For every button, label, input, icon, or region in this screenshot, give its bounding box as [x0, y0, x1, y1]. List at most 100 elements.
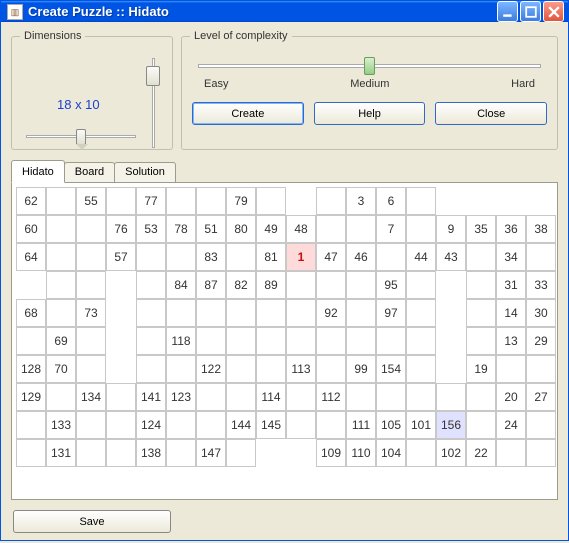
- grid-cell[interactable]: [16, 411, 46, 439]
- grid-cell[interactable]: [466, 271, 496, 299]
- grid-cell[interactable]: 60: [16, 215, 46, 243]
- grid-cell[interactable]: 82: [226, 271, 256, 299]
- grid-cell[interactable]: [136, 243, 166, 271]
- grid-cell[interactable]: [406, 327, 436, 355]
- grid-cell[interactable]: 87: [196, 271, 226, 299]
- grid-cell[interactable]: 69: [46, 327, 76, 355]
- grid-cell[interactable]: [136, 355, 166, 383]
- grid-cell[interactable]: 9: [436, 215, 466, 243]
- grid-cell[interactable]: [76, 215, 106, 243]
- grid-cell[interactable]: [76, 439, 106, 467]
- grid-cell[interactable]: 138: [136, 439, 166, 467]
- grid-cell[interactable]: [166, 355, 196, 383]
- grid-cell[interactable]: 53: [136, 215, 166, 243]
- grid-cell[interactable]: 147: [196, 439, 226, 467]
- grid-cell[interactable]: 128: [16, 355, 46, 383]
- grid-cell[interactable]: 102: [436, 439, 466, 467]
- grid-cell[interactable]: [196, 327, 226, 355]
- grid-cell[interactable]: [286, 383, 316, 411]
- grid-cell[interactable]: 62: [16, 187, 46, 215]
- create-button[interactable]: Create: [192, 102, 304, 125]
- grid-cell[interactable]: 34: [496, 243, 526, 271]
- grid-cell[interactable]: [46, 383, 76, 411]
- grid-cell[interactable]: [76, 243, 106, 271]
- grid-cell[interactable]: [256, 187, 286, 215]
- grid-cell[interactable]: [16, 327, 46, 355]
- grid-cell[interactable]: 141: [136, 383, 166, 411]
- grid-cell[interactable]: 89: [256, 271, 286, 299]
- grid-cell[interactable]: [106, 383, 136, 411]
- grid-cell[interactable]: [196, 411, 226, 439]
- grid-cell[interactable]: 77: [136, 187, 166, 215]
- grid-cell[interactable]: 114: [256, 383, 286, 411]
- grid-cell[interactable]: 79: [226, 187, 256, 215]
- grid-cell[interactable]: [226, 299, 256, 327]
- grid-cell[interactable]: 78: [166, 215, 196, 243]
- save-button[interactable]: Save: [13, 510, 171, 533]
- grid-cell[interactable]: [406, 215, 436, 243]
- grid-cell[interactable]: [106, 187, 136, 215]
- grid-cell[interactable]: [136, 271, 166, 299]
- grid-cell[interactable]: 154: [376, 355, 406, 383]
- grid-cell[interactable]: [406, 299, 436, 327]
- grid-cell[interactable]: 33: [526, 271, 556, 299]
- grid-cell[interactable]: 51: [196, 215, 226, 243]
- grid-cell[interactable]: [316, 411, 346, 439]
- grid-cell[interactable]: 97: [376, 299, 406, 327]
- grid-cell[interactable]: 99: [346, 355, 376, 383]
- grid-cell[interactable]: [136, 299, 166, 327]
- grid-cell[interactable]: 70: [46, 355, 76, 383]
- grid-cell[interactable]: [76, 355, 106, 383]
- tab-hidato[interactable]: Hidato: [11, 160, 65, 183]
- grid-cell[interactable]: 73: [76, 299, 106, 327]
- grid-cell[interactable]: 30: [526, 299, 556, 327]
- grid-cell[interactable]: 109: [316, 439, 346, 467]
- grid-cell[interactable]: [526, 439, 556, 467]
- grid-cell[interactable]: 84: [166, 271, 196, 299]
- grid-cell[interactable]: 111: [346, 411, 376, 439]
- grid-cell[interactable]: [346, 299, 376, 327]
- grid-cell[interactable]: [466, 243, 496, 271]
- grid-cell[interactable]: [166, 299, 196, 327]
- grid-cell[interactable]: [166, 187, 196, 215]
- grid-cell[interactable]: [46, 215, 76, 243]
- grid-cell[interactable]: [466, 299, 496, 327]
- grid-cell[interactable]: 131: [46, 439, 76, 467]
- grid-cell[interactable]: 47: [316, 243, 346, 271]
- grid-cell[interactable]: 36: [496, 215, 526, 243]
- grid-cell[interactable]: [196, 187, 226, 215]
- grid-cell[interactable]: [16, 439, 46, 467]
- grid-cell[interactable]: [286, 299, 316, 327]
- minimize-button[interactable]: [497, 1, 518, 22]
- close-button[interactable]: [543, 1, 564, 22]
- grid-cell[interactable]: [136, 327, 166, 355]
- grid-cell[interactable]: [376, 383, 406, 411]
- tab-board[interactable]: Board: [64, 162, 115, 182]
- grid-cell[interactable]: [226, 383, 256, 411]
- grid-cell[interactable]: 129: [16, 383, 46, 411]
- grid-cell[interactable]: 134: [76, 383, 106, 411]
- grid-cell[interactable]: 133: [46, 411, 76, 439]
- grid-cell[interactable]: 118: [166, 327, 196, 355]
- grid-cell[interactable]: 95: [376, 271, 406, 299]
- grid-cell[interactable]: 35: [466, 215, 496, 243]
- maximize-button[interactable]: [520, 1, 541, 22]
- grid-cell[interactable]: 122: [196, 355, 226, 383]
- grid-cell[interactable]: 22: [466, 439, 496, 467]
- grid-cell[interactable]: 31: [496, 271, 526, 299]
- grid-cell[interactable]: [526, 243, 556, 271]
- grid-cell[interactable]: 145: [256, 411, 286, 439]
- grid-cell[interactable]: 80: [226, 215, 256, 243]
- cols-slider[interactable]: [26, 127, 136, 145]
- grid-cell[interactable]: [376, 327, 406, 355]
- grid-cell[interactable]: 92: [316, 299, 346, 327]
- grid-cell[interactable]: 7: [376, 215, 406, 243]
- grid-cell[interactable]: [466, 327, 496, 355]
- grid-cell[interactable]: [316, 271, 346, 299]
- grid-cell[interactable]: 64: [16, 243, 46, 271]
- grid-cell[interactable]: 110: [346, 439, 376, 467]
- grid-cell[interactable]: [406, 439, 436, 467]
- tab-solution[interactable]: Solution: [114, 162, 176, 182]
- grid-cell[interactable]: [226, 439, 256, 467]
- grid-cell[interactable]: 13: [496, 327, 526, 355]
